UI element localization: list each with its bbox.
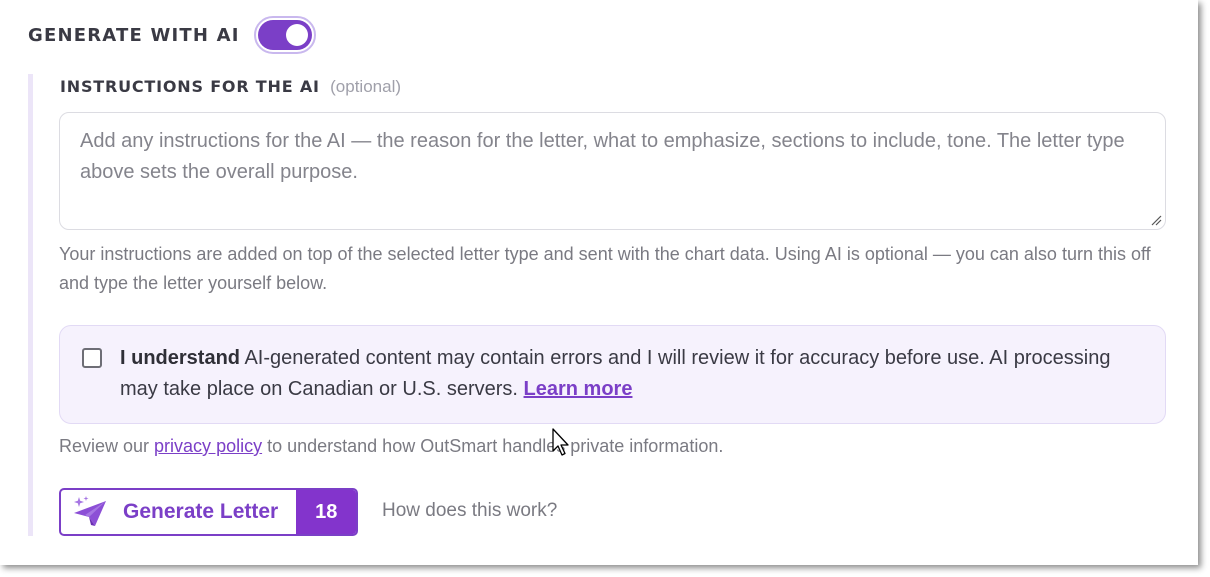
toggle-track: [257, 20, 312, 50]
generate-letter-main: Generate Letter: [61, 490, 296, 534]
resize-handle-icon[interactable]: [1150, 214, 1162, 226]
optional-tag: (optional): [330, 77, 402, 96]
consent-checkbox[interactable]: [82, 348, 102, 368]
privacy-policy-link[interactable]: privacy policy: [154, 436, 262, 456]
header-row: GENERATE WITH AI: [28, 16, 316, 54]
consent-text: I understand AI-generated content may co…: [120, 343, 1120, 405]
mouse-cursor-icon: [552, 428, 569, 456]
instructions-textarea[interactable]: Add any instructions for the AI — the re…: [59, 112, 1166, 230]
learn-more-link[interactable]: Learn more: [524, 378, 633, 400]
privacy-notice: Review our privacy policy to understand …: [59, 434, 723, 458]
consent-box: I understand AI-generated content may co…: [59, 325, 1166, 424]
credits-count-badge: 18: [296, 490, 356, 534]
instructions-label-text: INSTRUCTIONS FOR THE AI: [60, 77, 320, 96]
how-does-this-work-link[interactable]: How does this work?: [382, 500, 557, 522]
privacy-prefix: Review our: [59, 436, 155, 456]
consent-bold-text: I understand: [120, 347, 241, 369]
section-indent-bar: [28, 74, 33, 536]
instructions-placeholder: Add any instructions for the AI — the re…: [80, 130, 1125, 183]
paper-plane-sparkle-icon: [74, 496, 106, 526]
section-title: GENERATE WITH AI: [28, 24, 240, 46]
ai-generation-panel: GENERATE WITH AI INSTRUCTIONS FOR THE AI…: [0, 0, 1198, 565]
generate-letter-label: Generate Letter: [123, 500, 279, 523]
toggle-knob: [285, 24, 308, 46]
instructions-label: INSTRUCTIONS FOR THE AI (optional): [60, 77, 401, 97]
privacy-suffix: to understand how OutSmart handles priva…: [262, 436, 724, 456]
generate-with-ai-toggle[interactable]: [253, 16, 316, 54]
generate-letter-button[interactable]: Generate Letter 18: [59, 488, 358, 536]
instructions-help-text: Your instructions are added on top of th…: [59, 244, 1151, 293]
